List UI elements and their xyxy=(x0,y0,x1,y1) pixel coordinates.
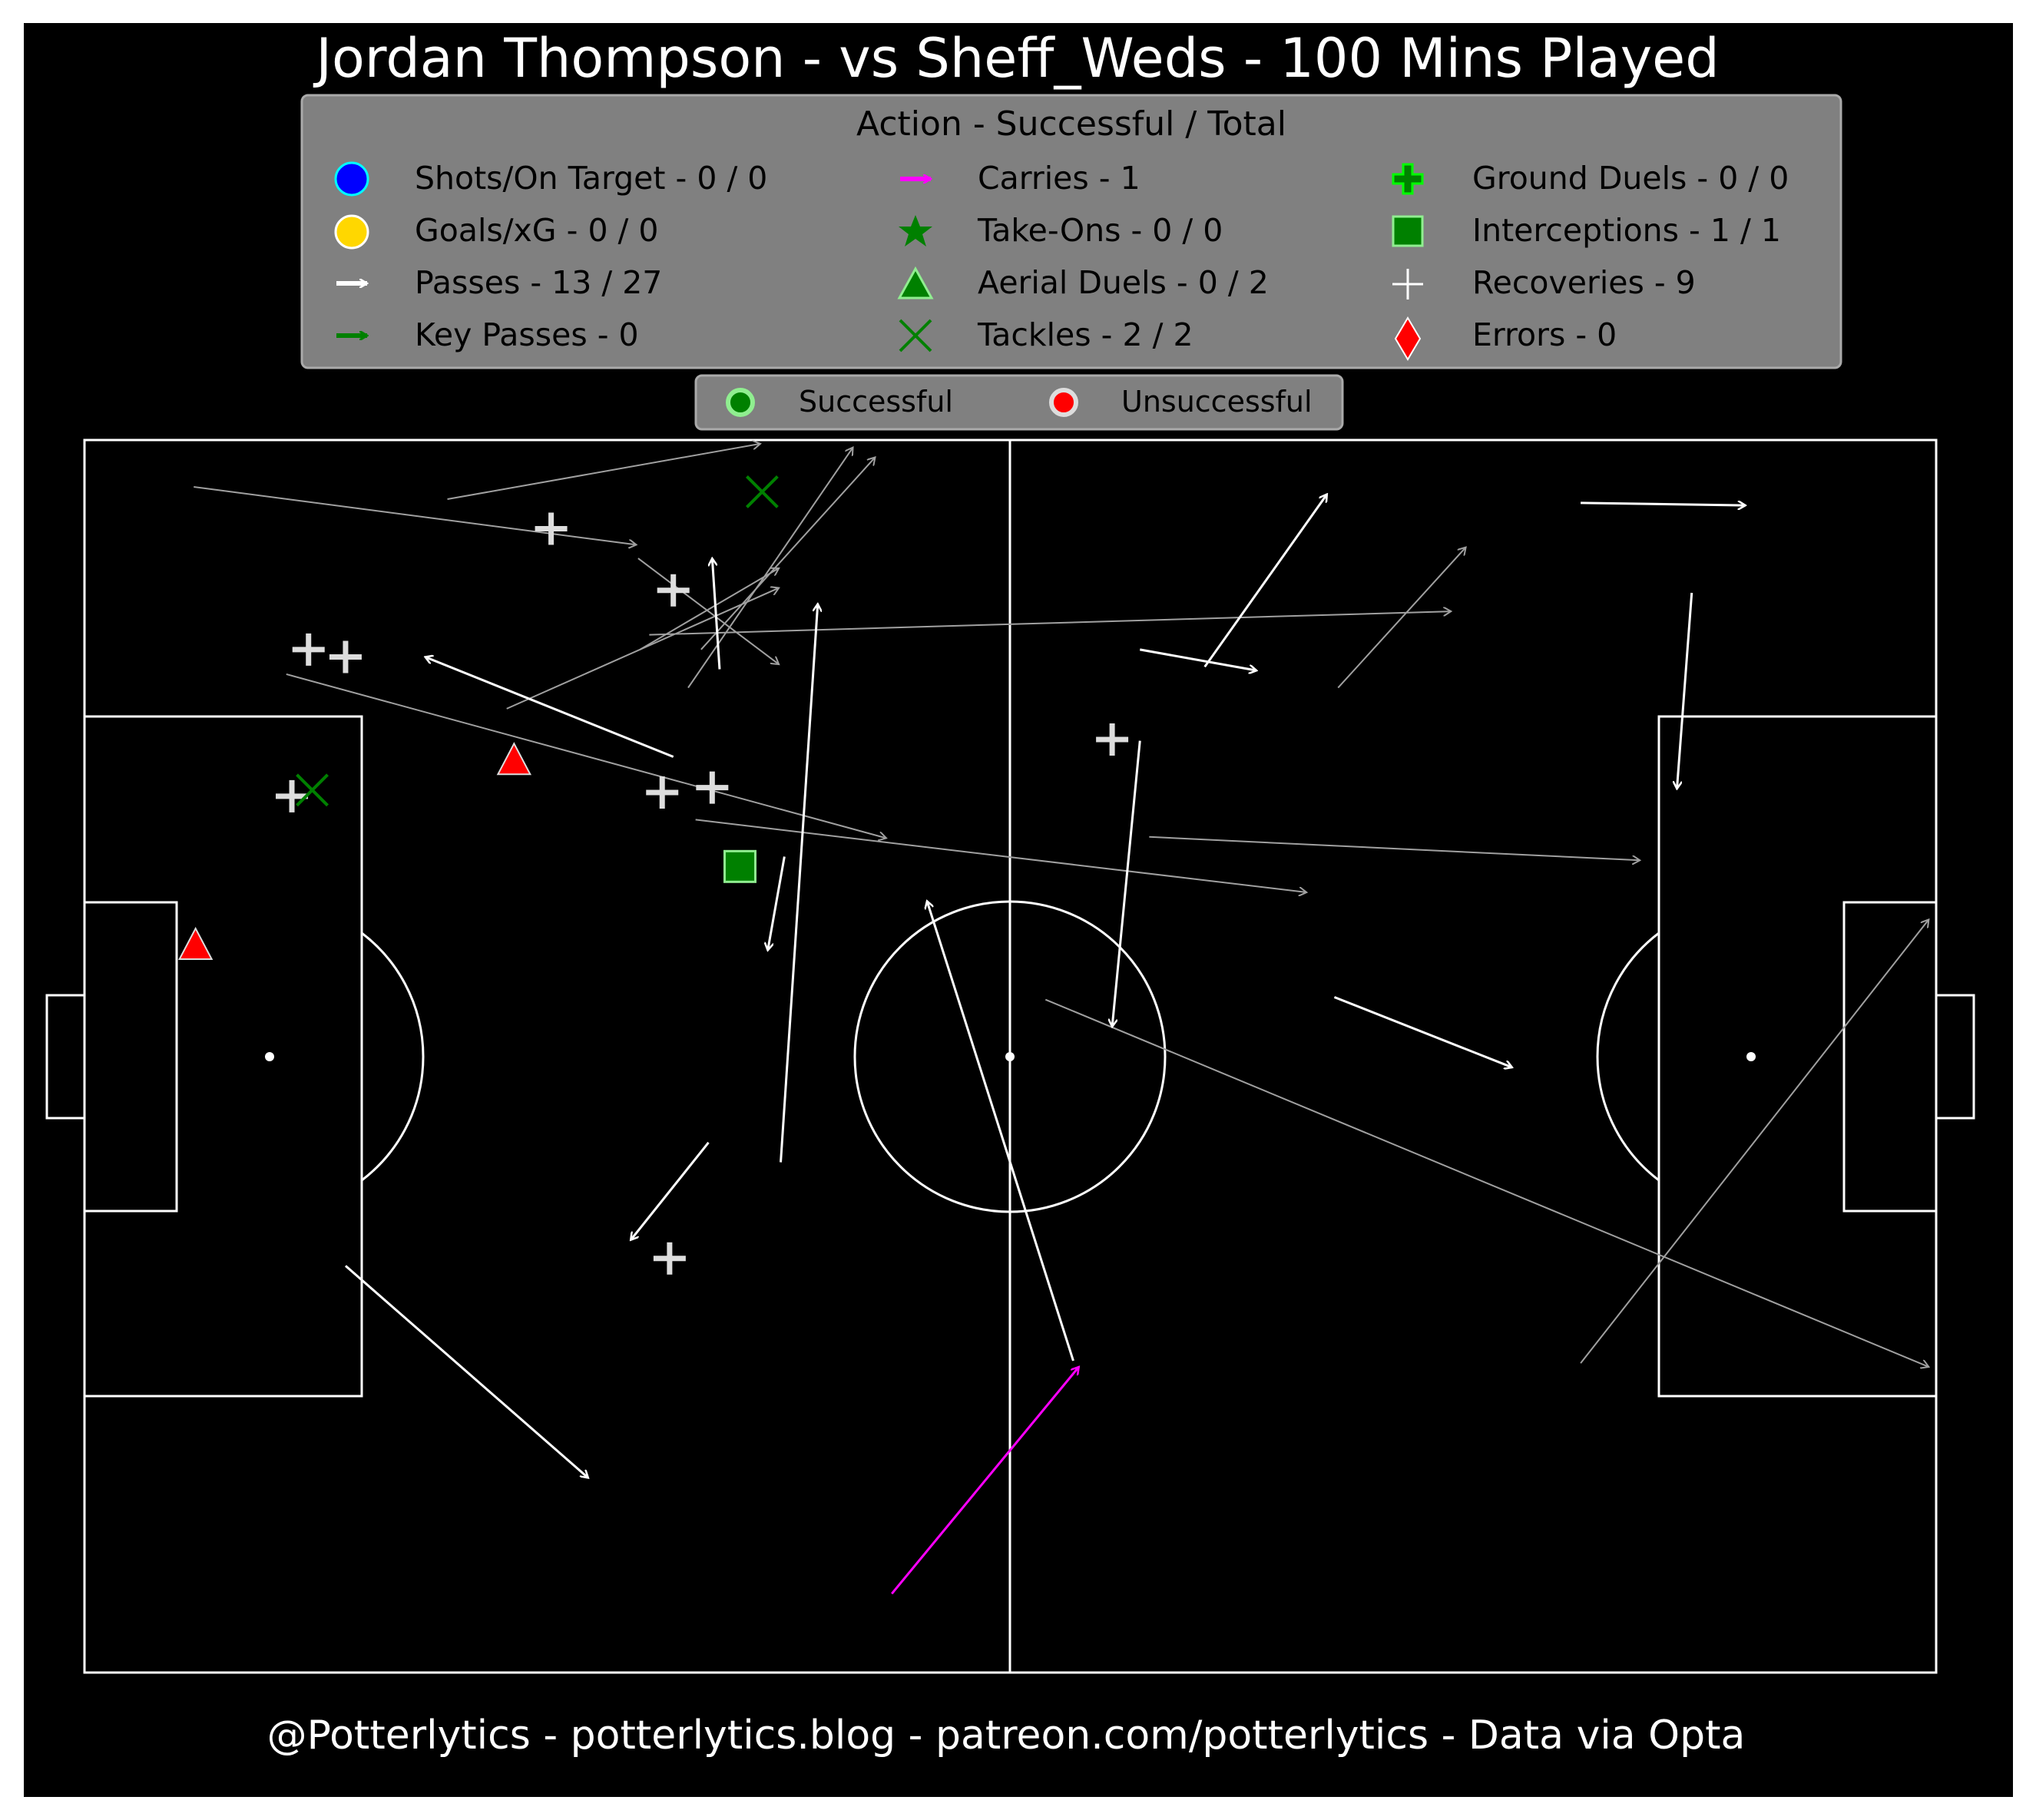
legend-label-shots: Shots/On Target - 0 / 0 xyxy=(415,160,767,197)
unsuccessful-marker-icon xyxy=(1049,388,1078,417)
right-penalty-spot xyxy=(1746,1052,1756,1061)
left-penalty-spot xyxy=(265,1052,274,1061)
legend-label-aerial-duels: Aerial Duels - 0 / 2 xyxy=(978,264,1269,301)
footer-credits: @Potterlytics - potterlytics.blog - patr… xyxy=(267,1712,1746,1759)
legend-label-ground-duels: Ground Duels - 0 / 0 xyxy=(1472,160,1789,197)
status-legend-unsuccessful: Unsuccessful xyxy=(1121,385,1313,419)
legend: Action - Successful / Total Shots/On Tar… xyxy=(300,94,1842,369)
status-legend-successful: Successful xyxy=(799,385,953,419)
legend-label-goals: Goals/xG - 0 / 0 xyxy=(415,212,659,249)
successful-marker-icon xyxy=(726,388,755,417)
legend-label-errors: Errors - 0 xyxy=(1472,316,1617,353)
figure: Jordan Thompson - vs Sheff_Weds - 100 Mi… xyxy=(0,0,2036,1820)
legend-label-recoveries: Recoveries - 9 xyxy=(1472,264,1696,301)
chart-title: Jordan Thompson - vs Sheff_Weds - 100 Mi… xyxy=(313,27,1719,90)
legend-label-carries: Carries - 1 xyxy=(978,160,1140,197)
shot-marker-icon xyxy=(334,161,369,197)
centre-spot xyxy=(1005,1052,1015,1061)
legend-label-key-passes: Key Passes - 0 xyxy=(415,316,639,353)
goal-marker-icon xyxy=(334,214,369,250)
square-icon xyxy=(1392,215,1424,247)
legend-label-passes: Passes - 13 / 27 xyxy=(415,264,662,301)
status-legend: Successful Unsuccessful xyxy=(694,374,1344,431)
legend-label-interceptions: Interceptions - 1 / 1 xyxy=(1472,212,1781,249)
interception-marker xyxy=(723,849,756,883)
legend-label-take-ons: Take-Ons - 0 / 0 xyxy=(977,212,1223,249)
legend-title: Action - Successful / Total xyxy=(856,104,1286,144)
legend-label-tackles: Tackles - 2 / 2 xyxy=(977,316,1193,353)
